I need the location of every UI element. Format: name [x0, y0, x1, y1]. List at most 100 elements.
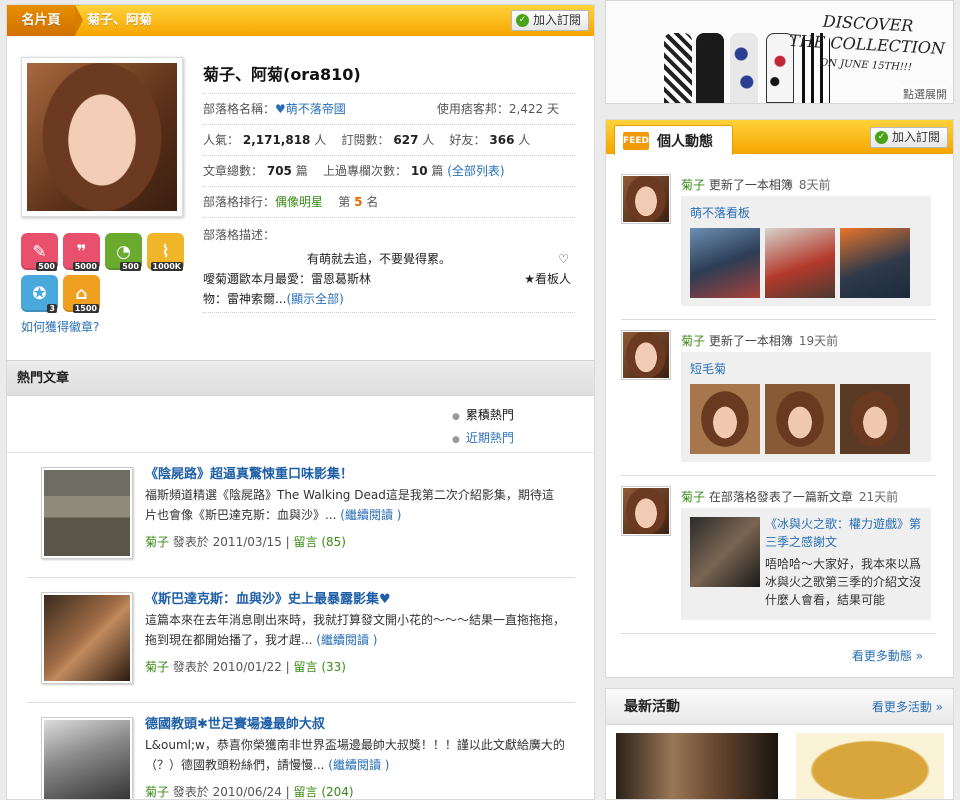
label: 訂閱數：	[341, 133, 390, 147]
comments-link[interactable]: 留言 (85)	[294, 535, 346, 549]
article-thumbnail[interactable]	[41, 592, 133, 684]
how-to-get-badges-link[interactable]: 如何獲得徽章?	[21, 318, 99, 335]
expand-banner-link[interactable]: 點選展開	[901, 86, 949, 102]
action-text: 更新了一本相簿	[708, 334, 793, 348]
avatar[interactable]	[21, 57, 183, 217]
album-photo[interactable]	[690, 228, 760, 298]
user-avatar[interactable]	[621, 486, 671, 536]
unit: 篇	[431, 164, 444, 178]
user-link[interactable]: 菊子	[681, 334, 705, 348]
feed-header: FEED 個人動態 ✓ 加入訂閱	[606, 120, 953, 155]
article-title-link[interactable]: 《陰屍路》超逼真驚悚重口味影集！	[145, 463, 353, 482]
label: 人氣：	[203, 133, 240, 147]
show-all-link[interactable]: (顯示全部)	[286, 292, 343, 306]
label: 部落格名稱：	[203, 102, 276, 116]
separator: |	[285, 660, 290, 674]
post-title-link[interactable]: 《冰與火之歌：權力遊戲》第三季之感謝文	[765, 515, 925, 551]
comments-link[interactable]: 留言 (204)	[294, 785, 354, 799]
article-title-link[interactable]: 德國教頭✱世足賽場邊最帥大叔	[145, 713, 325, 732]
all-list-link[interactable]: (全部列表)	[447, 164, 504, 178]
tab-blog-name[interactable]: 菊子、阿菊	[87, 5, 152, 36]
author-link[interactable]: 菊子	[145, 535, 169, 549]
pencil-icon[interactable]: ✎ 500	[21, 233, 58, 271]
tab-cumulative-hot[interactable]: ● 累積熱門	[452, 405, 514, 428]
read-more-link[interactable]: (繼續閱讀 )	[316, 633, 377, 647]
comments-link[interactable]: 留言 (33)	[294, 660, 346, 674]
stats-row: 人氣： 2,171,818 人 訂閱數： 627 人 好友： 366 人	[203, 124, 575, 155]
avatar-image	[623, 488, 669, 534]
album-photo[interactable]	[765, 384, 835, 454]
blog-name-link[interactable]: ♥萌不落帝國	[275, 102, 346, 116]
badge-count: 500	[120, 262, 141, 271]
badge-count: 500	[36, 262, 57, 271]
article-thumbnail[interactable]	[41, 717, 133, 799]
activity-feed: FEED 個人動態 ✓ 加入訂閱 菊子 更新了一本相簿 8天前 萌不落看板 菊子 …	[605, 119, 954, 678]
feed-line: 菊子 在部落格發表了一篇新文章 21天前	[681, 488, 898, 505]
user-link[interactable]: 菊子	[681, 178, 705, 192]
days-value: 2,422 天	[508, 102, 559, 116]
post-thumbnail[interactable]	[690, 517, 760, 587]
album-photo[interactable]	[690, 384, 760, 454]
friend-count: 366	[489, 133, 515, 147]
bullet-icon: ●	[452, 412, 460, 422]
tab-card-page[interactable]: 名片頁	[7, 5, 83, 36]
medal-icon[interactable]: ✪ 3	[21, 275, 58, 313]
more-activity-link[interactable]: 看更多動態 »	[852, 647, 923, 664]
action-text: 在部落格發表了一篇新文章	[708, 490, 853, 504]
profile-panel: 名片頁 菊子、阿菊 ✓ 加入訂閱 ✎ 500 ❞ 5000 ◔ 500 ⌇ 1000K …	[6, 4, 595, 800]
home-icon[interactable]: ⌂ 1500	[63, 275, 100, 313]
user-avatar[interactable]	[621, 174, 671, 224]
article-summary: L&ouml;w，恭喜你榮獲南非世界盃場邊最帥大叔獎！！！謹以此文獻給廣大的（？…	[145, 735, 565, 775]
check-icon: ✓	[515, 14, 529, 27]
tab-recent-hot[interactable]: ● 近期熱門	[452, 428, 514, 451]
feed-title: 個人動態	[657, 133, 713, 150]
rss-icon[interactable]: ◔ 500	[105, 233, 142, 271]
unit: 人	[314, 133, 327, 147]
desc-line: 噯菊邇歐本月最愛：雷恩葛斯林	[203, 272, 372, 286]
event-poster[interactable]	[796, 733, 944, 799]
album-photo[interactable]	[840, 228, 910, 298]
post-card: 《冰與火之歌：權力遊戲》第三季之感謝文 唔哈哈～大家好，我本來以爲冰與火之歌第三…	[681, 508, 931, 620]
feed-item: 菊子 更新了一本相簿 19天前 短毛菊	[621, 330, 936, 476]
article-meta: 菊子 發表於 2010/01/22 | 留言 (33)	[145, 658, 346, 675]
album-card: 萌不落看板	[681, 196, 931, 306]
label: 好友：	[449, 133, 486, 147]
more-events-link[interactable]: 看更多活動 »	[872, 689, 943, 725]
unit: 人	[518, 133, 531, 147]
column-count: 10	[410, 164, 428, 178]
subscriber-count: 627	[393, 133, 419, 147]
author-link[interactable]: 菊子	[145, 785, 169, 799]
article-item: 德國教頭✱世足賽場邊最帥大叔 L&ouml;w，恭喜你榮獲南非世界盃場邊最帥大叔…	[27, 703, 575, 799]
articles-row: 文章總數： 705 篇 上過專欄次數： 10 篇 (全部列表)	[203, 155, 575, 186]
event-poster[interactable]	[616, 733, 778, 799]
subscribe-button[interactable]: ✓ 加入訂閱	[510, 10, 589, 31]
hot-articles-header: 熱門文章	[7, 360, 594, 396]
author-link[interactable]: 菊子	[145, 660, 169, 674]
banner-art	[730, 33, 758, 103]
album-photos	[690, 384, 922, 454]
separator: |	[285, 535, 290, 549]
album-photo[interactable]	[765, 228, 835, 298]
ad-banner[interactable]: DISCOVER THE COLLECTION ON JUNE 15TH!!! …	[605, 0, 954, 104]
avatar-image	[623, 176, 669, 222]
article-summary: 這篇本來在去年消息剛出來時，我就打算發文開小花的～～～結果一直拖拖拖，拖到現在都…	[145, 610, 565, 650]
desc-line: 物：雷神索爾...	[203, 292, 287, 306]
album-photo[interactable]	[840, 384, 910, 454]
rank-row: 部落格排行：偶像明星 第 5 名	[203, 186, 575, 217]
rank-category-link[interactable]: 偶像明星	[275, 195, 323, 209]
article-thumbnail[interactable]	[41, 467, 133, 559]
tab-activity[interactable]: FEED 個人動態	[614, 125, 733, 155]
album-link[interactable]: 萌不落看板	[690, 204, 922, 221]
article-title-link[interactable]: 《斯巴達克斯：血與沙》史上最暴露影集♥	[145, 588, 391, 607]
read-more-link[interactable]: (繼續閱讀 )	[340, 508, 401, 522]
chart-icon[interactable]: ⌇ 1000K	[147, 233, 184, 271]
article-meta: 菊子 發表於 2010/06/24 | 留言 (204)	[145, 783, 354, 799]
hot-tabs: ● 累積熱門 ● 近期熱門	[452, 405, 514, 451]
user-avatar[interactable]	[621, 330, 671, 380]
user-link[interactable]: 菊子	[681, 490, 705, 504]
feed-line: 菊子 更新了一本相簿 8天前	[681, 176, 831, 193]
chat-icon[interactable]: ❞ 5000	[63, 233, 100, 271]
album-link[interactable]: 短毛菊	[690, 360, 922, 377]
feed-subscribe-button[interactable]: ✓ 加入訂閱	[869, 127, 948, 148]
read-more-link[interactable]: (繼續閱讀 )	[328, 758, 389, 772]
